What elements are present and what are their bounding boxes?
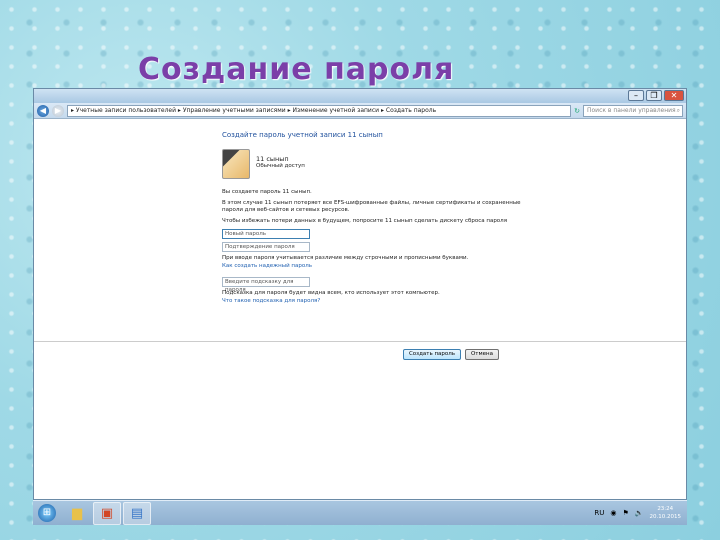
breadcrumb[interactable]: ▸ Учетные записи пользователей ▸ Управле… <box>67 104 572 117</box>
search-input[interactable]: Поиск в панели управления ⌕ <box>583 104 683 117</box>
user-name: 11 сынып <box>256 155 289 163</box>
system-tray: RU ◉ ⚑ 🔈 23:24 20.10.2015 <box>594 505 687 521</box>
close-button[interactable]: ✕ <box>664 90 684 101</box>
powerpoint-icon: ▣ <box>100 505 114 521</box>
clock[interactable]: 23:24 20.10.2015 <box>650 505 682 521</box>
hint-help-link[interactable]: Что такое подсказка для пароля? <box>222 298 522 304</box>
warning-text: В этом случае 11 сынып потеряет все EFS-… <box>222 200 521 213</box>
page-title: Создайте пароль учетной записи 11 сынып <box>222 131 383 139</box>
breadcrumb-item[interactable]: Управление учетными записями <box>183 107 286 114</box>
case-note: При вводе пароля учитывается различие ме… <box>222 255 469 261</box>
password-hint-input[interactable]: Введите подсказку для пароля <box>222 277 310 293</box>
maximize-button[interactable]: ❐ <box>646 90 662 101</box>
taskbar: ⊞ ▆ ▣ ▤ RU ◉ ⚑ 🔈 23:24 20.10.2015 <box>33 500 687 525</box>
search-icon: ⌕ <box>676 106 680 114</box>
time: 23:24 <box>657 506 674 512</box>
language-indicator[interactable]: RU <box>594 509 604 517</box>
user-role: Обычный доступ <box>256 163 305 169</box>
start-button[interactable]: ⊞ <box>33 502 61 525</box>
strong-password-link[interactable]: Как создать надежный пароль <box>222 263 522 269</box>
confirm-password-input[interactable]: Подтверждение пароля <box>222 242 310 252</box>
divider <box>34 341 686 342</box>
new-password-input[interactable]: Новый пароль <box>222 229 310 239</box>
title-bar: – ❐ ✕ <box>34 89 686 103</box>
search-placeholder: Поиск в панели управления <box>587 106 676 114</box>
explorer-taskbar-button[interactable]: ▆ <box>63 502 91 525</box>
forward-button[interactable]: ▶ <box>52 104 64 117</box>
date: 20.10.2015 <box>649 514 682 520</box>
cancel-button[interactable]: Отмена <box>465 349 499 360</box>
back-button[interactable]: ◀ <box>37 104 49 117</box>
create-password-form: Создайте пароль учетной записи 11 сынып … <box>222 131 522 308</box>
powerpoint-taskbar-button[interactable]: ▣ <box>93 501 121 525</box>
create-password-button[interactable]: Создать пароль <box>403 349 461 360</box>
network-icon[interactable]: ◉ <box>610 509 616 517</box>
advice-text: Чтобы избежать потери данных в будущем, … <box>222 218 508 224</box>
address-bar: ◀ ▶ ▸ Учетные записи пользователей ▸ Упр… <box>34 103 686 119</box>
user-card: 11 сынып Обычный доступ <box>222 149 522 179</box>
info-text: Вы создаете пароль 11 сынып. <box>222 189 312 195</box>
hint-note: Подсказка для пароля будет видна всем, к… <box>222 290 440 296</box>
refresh-icon[interactable]: ↻ <box>574 107 580 115</box>
flag-icon[interactable]: ⚑ <box>623 509 629 517</box>
volume-icon[interactable]: 🔈 <box>635 509 644 517</box>
minimize-button[interactable]: – <box>628 90 644 101</box>
breadcrumb-item[interactable]: Изменение учетной записи <box>293 107 380 114</box>
folder-icon: ▆ <box>72 505 82 521</box>
control-panel-taskbar-button[interactable]: ▤ <box>123 501 151 525</box>
breadcrumb-item[interactable]: Создать пароль <box>386 107 436 114</box>
windows-logo-icon: ⊞ <box>38 504 56 522</box>
control-panel-icon: ▤ <box>130 505 144 521</box>
user-avatar <box>222 149 250 179</box>
breadcrumb-item[interactable]: Учетные записи пользователей <box>76 107 176 114</box>
control-panel-window: – ❐ ✕ ◀ ▶ ▸ Учетные записи пользователей… <box>33 88 687 500</box>
slide-title: Создание пароля <box>138 52 455 87</box>
